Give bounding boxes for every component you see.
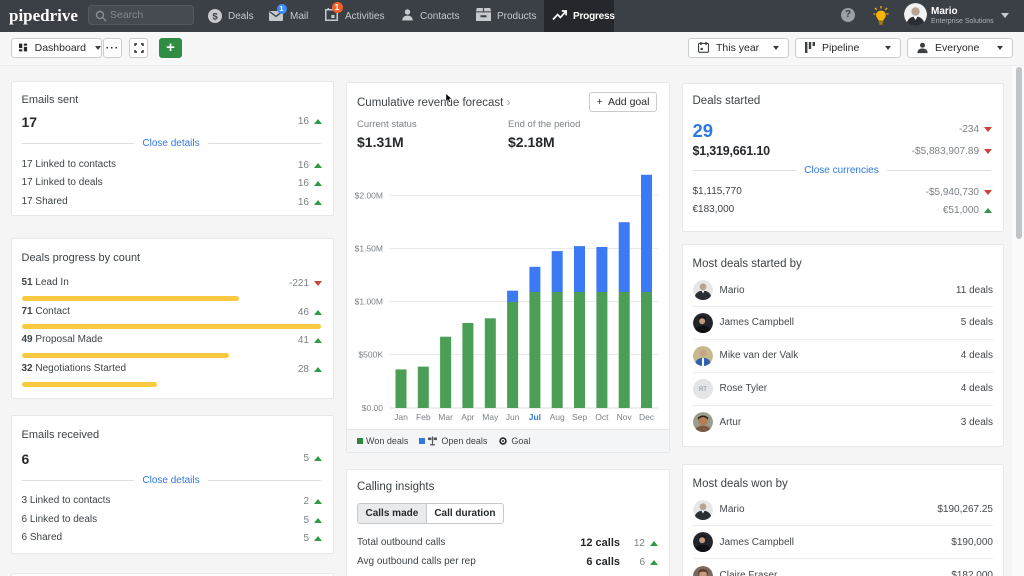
svg-text:Aug: Aug [550,412,565,422]
svg-text:Jul: Jul [529,412,541,422]
svg-text:$0.00: $0.00 [362,403,384,413]
svg-text:$: $ [212,12,218,23]
svg-text:Dec: Dec [639,412,655,422]
svg-text:$1.00M: $1.00M [355,297,383,307]
svg-text:Jan: Jan [394,412,408,422]
svg-text:Nov: Nov [617,412,633,422]
svg-text:Sep: Sep [572,412,587,422]
svg-text:$2.00M: $2.00M [355,191,383,201]
svg-text:Apr: Apr [461,412,474,422]
svg-text:Mar: Mar [438,412,453,422]
svg-text:Oct: Oct [595,412,609,422]
svg-text:Feb: Feb [416,412,431,422]
svg-text:$500K: $500K [358,350,383,360]
svg-text:Jun: Jun [506,412,520,422]
svg-text:$1.50M: $1.50M [355,244,383,254]
svg-text:RT: RT [699,386,707,393]
svg-text:May: May [482,412,499,422]
